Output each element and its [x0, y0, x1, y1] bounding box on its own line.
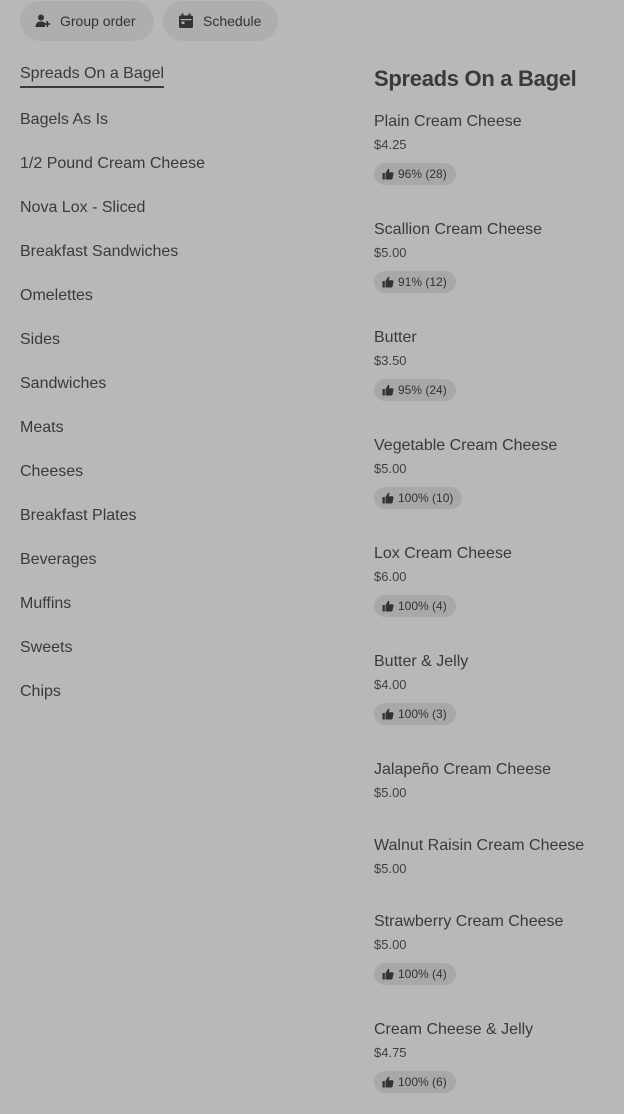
- thumbs-up-icon: [382, 276, 394, 288]
- rating-text: 100% (4): [398, 967, 447, 981]
- thumbs-up-icon: [382, 492, 394, 504]
- item-name: Walnut Raisin Cream Cheese: [374, 837, 585, 854]
- item-name: Plain Cream Cheese: [374, 113, 522, 130]
- sidebar-item-muffins[interactable]: Muffins: [20, 594, 71, 614]
- rating-badge: 91% (12): [374, 271, 456, 293]
- rating-badge: 100% (10): [374, 487, 463, 509]
- sidebar-item-meats[interactable]: Meats: [20, 418, 64, 438]
- menu-item[interactable]: Plain Cream Cheese $4.25 96% (28): [374, 112, 614, 185]
- group-order-label: Group order: [60, 13, 136, 29]
- thumbs-up-icon: [382, 384, 394, 396]
- rating-badge: 100% (4): [374, 595, 456, 617]
- item-price: $5.00: [374, 861, 407, 876]
- rating-badge: 96% (28): [374, 163, 456, 185]
- menu-item[interactable]: Scallion Cream Cheese $5.00 91% (12): [374, 220, 614, 293]
- sidebar-item-sides[interactable]: Sides: [20, 330, 60, 350]
- sidebar-item-half-pound-cream-cheese[interactable]: 1/2 Pound Cream Cheese: [20, 154, 205, 174]
- sidebar-item-omelettes[interactable]: Omelettes: [20, 286, 93, 306]
- item-name: Jalapeño Cream Cheese: [374, 761, 551, 778]
- item-name: Scallion Cream Cheese: [374, 221, 543, 238]
- item-name: Lox Cream Cheese: [374, 545, 512, 562]
- section-title: Spreads On a Bagel: [374, 66, 577, 91]
- group-order-button[interactable]: Group order: [20, 1, 154, 41]
- item-name: Cream Cheese & Jelly: [374, 1021, 534, 1038]
- thumbs-up-icon: [382, 968, 394, 980]
- item-price: $5.00: [374, 461, 407, 476]
- rating-text: 100% (6): [398, 1075, 447, 1089]
- rating-text: 100% (4): [398, 599, 447, 613]
- menu-item[interactable]: Cream Cheese & Jelly $4.75 100% (6): [374, 1020, 614, 1093]
- sidebar-item-beverages[interactable]: Beverages: [20, 550, 97, 570]
- menu-item[interactable]: Walnut Raisin Cream Cheese $5.00: [374, 836, 614, 877]
- thumbs-up-icon: [382, 708, 394, 720]
- menu-item[interactable]: Strawberry Cream Cheese $5.00 100% (4): [374, 912, 614, 985]
- item-name: Vegetable Cream Cheese: [374, 437, 558, 454]
- schedule-label: Schedule: [203, 13, 262, 29]
- sidebar-item-spreads-on-a-bagel[interactable]: Spreads On a Bagel: [20, 64, 165, 88]
- sidebar-item-nova-lox-sliced[interactable]: Nova Lox - Sliced: [20, 198, 145, 218]
- sidebar-item-cheeses[interactable]: Cheeses: [20, 462, 83, 482]
- item-price: $5.00: [374, 245, 407, 260]
- rating-badge: 100% (3): [374, 703, 456, 725]
- menu-item[interactable]: Lox Cream Cheese $6.00 100% (4): [374, 544, 614, 617]
- item-price: $6.00: [374, 569, 407, 584]
- sidebar-item-breakfast-sandwiches[interactable]: Breakfast Sandwiches: [20, 242, 178, 262]
- add-person-icon: [34, 12, 52, 30]
- item-name: Strawberry Cream Cheese: [374, 913, 564, 930]
- item-price: $3.50: [374, 353, 407, 368]
- rating-badge: 100% (6): [374, 1071, 456, 1093]
- item-price: $5.00: [374, 785, 407, 800]
- menu-item[interactable]: Vegetable Cream Cheese $5.00 100% (10): [374, 436, 614, 509]
- item-price: $4.75: [374, 1045, 407, 1060]
- calendar-icon: [177, 12, 195, 30]
- rating-text: 100% (10): [398, 491, 454, 505]
- rating-text: 96% (28): [398, 167, 447, 181]
- store-menu-page: Group order Schedule Spreads On a Bagel …: [0, 0, 624, 1114]
- rating-badge: 100% (4): [374, 963, 456, 985]
- rating-text: 100% (3): [398, 707, 447, 721]
- item-price: $4.25: [374, 137, 407, 152]
- rating-text: 91% (12): [398, 275, 447, 289]
- rating-text: 95% (24): [398, 383, 447, 397]
- sidebar-item-chips[interactable]: Chips: [20, 682, 61, 702]
- sidebar-item-sweets[interactable]: Sweets: [20, 638, 72, 658]
- item-price: $4.00: [374, 677, 407, 692]
- sidebar-item-bagels-as-is[interactable]: Bagels As Is: [20, 110, 108, 130]
- sidebar-item-breakfast-plates[interactable]: Breakfast Plates: [20, 506, 137, 526]
- item-price: $5.00: [374, 937, 407, 952]
- menu-item[interactable]: Butter & Jelly $4.00 100% (3): [374, 652, 614, 725]
- menu-item[interactable]: Jalapeño Cream Cheese $5.00: [374, 760, 614, 801]
- thumbs-up-icon: [382, 1076, 394, 1088]
- schedule-button[interactable]: Schedule: [163, 1, 278, 41]
- item-name: Butter: [374, 329, 417, 346]
- thumbs-up-icon: [382, 168, 394, 180]
- menu-item[interactable]: Butter $3.50 95% (24): [374, 328, 614, 401]
- item-name: Butter & Jelly: [374, 653, 469, 670]
- thumbs-up-icon: [382, 600, 394, 612]
- sidebar-item-sandwiches[interactable]: Sandwiches: [20, 374, 106, 394]
- rating-badge: 95% (24): [374, 379, 456, 401]
